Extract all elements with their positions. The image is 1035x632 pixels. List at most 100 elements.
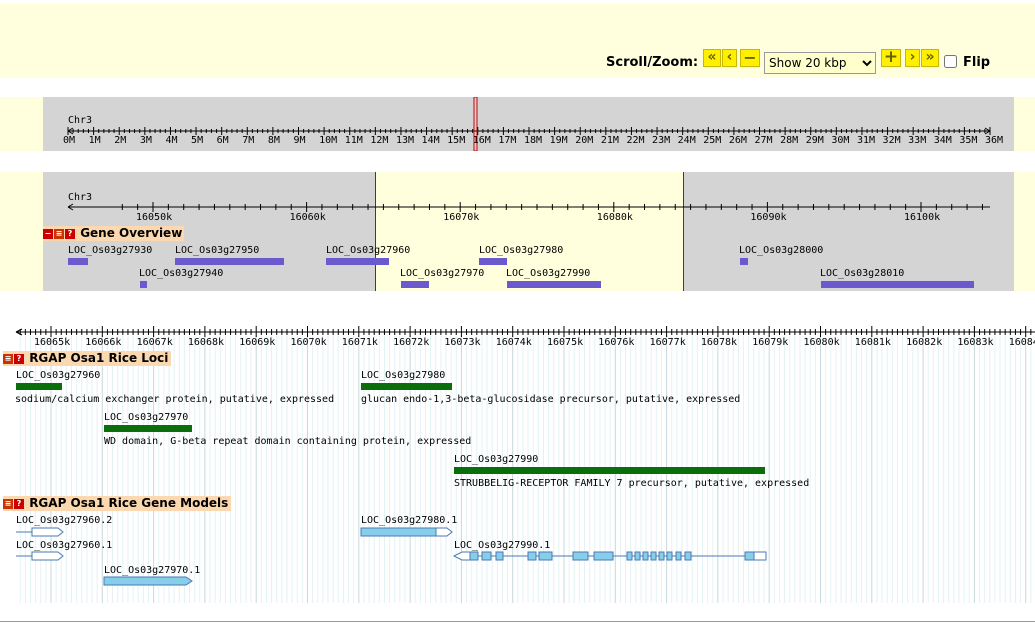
overview-tick-label: 14M bbox=[421, 135, 440, 146]
navigation-bar bbox=[0, 4, 1035, 78]
chromosome-overview-panel[interactable]: Chr3 0M 1M 2M 3M 4M 5M 6M 7M 8M 9M 10M 11M 12M 13M 14M… bbox=[43, 97, 1014, 151]
exon bbox=[634, 551, 641, 561]
bottom-divider bbox=[0, 621, 1035, 622]
flip-label: Flip bbox=[963, 55, 991, 70]
overview-tick-label: 9M bbox=[293, 135, 306, 146]
exon bbox=[675, 551, 682, 561]
exon bbox=[658, 551, 665, 561]
overview-tick-label: 6M bbox=[216, 135, 229, 146]
zoom-out-button[interactable]: − bbox=[740, 49, 760, 67]
exon bbox=[538, 551, 553, 561]
overview-tick-label: 27M bbox=[754, 135, 773, 146]
gene-overview-track-header: − ≡? Gene Overview bbox=[43, 226, 185, 241]
gene-overview-label[interactable]: LOC_Os03g28000 bbox=[739, 245, 823, 256]
gene-overview-label[interactable]: LOC_Os03g27970 bbox=[400, 268, 484, 279]
exon bbox=[481, 551, 492, 561]
overview-tick-label: 1M bbox=[88, 135, 101, 146]
region-ruler bbox=[67, 202, 990, 212]
overview-tick-label: 25M bbox=[703, 135, 722, 146]
region-tick-label: 16080k bbox=[596, 212, 633, 223]
exon bbox=[626, 551, 633, 561]
gene-overview-feature[interactable] bbox=[401, 281, 429, 288]
overview-tick-label: 11M bbox=[344, 135, 363, 146]
overview-tick-label: 16M bbox=[472, 135, 491, 146]
exon bbox=[642, 551, 649, 561]
overview-tick-label: 24M bbox=[677, 135, 696, 146]
scroll-zoom-label: Scroll/Zoom: bbox=[606, 55, 699, 70]
gene-overview-label[interactable]: LOC_Os03g27960 bbox=[326, 245, 410, 256]
scroll-far-right-button[interactable]: » bbox=[921, 49, 939, 67]
overview-tick-label: 33M bbox=[908, 135, 927, 146]
exon bbox=[527, 551, 537, 561]
region-tick-label: 16100k bbox=[904, 212, 941, 223]
exon bbox=[666, 551, 673, 561]
overview-tick-label: 35M bbox=[959, 135, 978, 146]
region-tick-label: 16090k bbox=[750, 212, 787, 223]
overview-tick-label: 2M bbox=[114, 135, 127, 146]
overview-tick-label: 4M bbox=[165, 135, 178, 146]
overview-tick-label: 18M bbox=[524, 135, 543, 146]
overview-tick-label: 34M bbox=[933, 135, 952, 146]
gene-overview-feature[interactable] bbox=[821, 281, 974, 288]
exon bbox=[469, 551, 479, 561]
gene-overview-feature[interactable] bbox=[68, 258, 88, 265]
gene-overview-feature[interactable] bbox=[175, 258, 284, 265]
gene-overview-label[interactable]: LOC_Os03g27950 bbox=[175, 245, 259, 256]
overview-tick-label: 17M bbox=[498, 135, 517, 146]
exon bbox=[744, 551, 755, 561]
scroll-left-button[interactable]: ‹ bbox=[722, 49, 737, 67]
detail-panel[interactable]: 16065k 16066k 16067k 16068k 16069k 16070k 1607… bbox=[0, 313, 1035, 620]
rss-icon[interactable]: ≡ bbox=[54, 228, 64, 239]
overview-tick-label: 5M bbox=[191, 135, 204, 146]
overview-tick-label: 10M bbox=[319, 135, 338, 146]
exon bbox=[684, 551, 692, 561]
flip-checkbox[interactable] bbox=[944, 55, 957, 68]
overview-tick-label: 8M bbox=[267, 135, 280, 146]
overview-tick-label: 15M bbox=[447, 135, 466, 146]
overview-tick-label: 0M bbox=[63, 135, 76, 146]
zoom-select[interactable]: Show 20 kbp bbox=[764, 52, 876, 74]
gene-overview-feature[interactable] bbox=[326, 258, 389, 265]
gene-overview-feature[interactable] bbox=[507, 281, 601, 288]
gene-overview-label[interactable]: LOC_Os03g27930 bbox=[68, 245, 152, 256]
gene-models-glyphs[interactable] bbox=[0, 313, 1035, 620]
overview-tick-label: 3M bbox=[139, 135, 152, 146]
overview-tick-label: 26M bbox=[728, 135, 747, 146]
gene-overview-label[interactable]: LOC_Os03g27990 bbox=[506, 268, 590, 279]
gene-overview-label[interactable]: LOC_Os03g27980 bbox=[479, 245, 563, 256]
gene-overview-feature[interactable] bbox=[479, 258, 507, 265]
gene-overview-label[interactable]: LOC_Os03g27940 bbox=[139, 268, 223, 279]
overview-tick-label: 22M bbox=[626, 135, 645, 146]
gene-overview-feature[interactable] bbox=[140, 281, 147, 288]
overview-tick-label: 19M bbox=[549, 135, 568, 146]
region-tick-label: 16060k bbox=[289, 212, 326, 223]
region-tick-label: 16070k bbox=[443, 212, 480, 223]
overview-tick-label: 32M bbox=[882, 135, 901, 146]
overview-tick-label: 13M bbox=[395, 135, 414, 146]
overview-tick-label: 12M bbox=[370, 135, 389, 146]
gene-model-feature bbox=[452, 551, 767, 561]
gene-overview-feature[interactable] bbox=[740, 258, 748, 265]
collapse-icon[interactable]: − bbox=[43, 228, 53, 239]
gene-overview-label[interactable]: LOC_Os03g28010 bbox=[820, 268, 904, 279]
overview-tick-label: 20M bbox=[575, 135, 594, 146]
overview-tick-label: 23M bbox=[652, 135, 671, 146]
scroll-right-button[interactable]: › bbox=[905, 49, 920, 67]
gene-model-feature bbox=[16, 527, 64, 537]
overview-tick-label: 31M bbox=[856, 135, 875, 146]
exon bbox=[495, 551, 504, 561]
exon bbox=[572, 551, 589, 561]
overview-tick-label: 30M bbox=[831, 135, 850, 146]
exon bbox=[593, 551, 614, 561]
region-panel[interactable]: Chr3 16050k 16060k 16070k 16080k 16090k 16100… bbox=[43, 172, 1014, 291]
scroll-far-left-button[interactable]: « bbox=[703, 49, 721, 67]
gene-overview-title: Gene Overview bbox=[80, 226, 183, 240]
help-icon[interactable]: ? bbox=[65, 228, 75, 239]
overview-tick-label: 21M bbox=[600, 135, 619, 146]
overview-tick-label: 28M bbox=[780, 135, 799, 146]
region-tick-label: 16050k bbox=[136, 212, 173, 223]
overview-tick-label: 36M bbox=[985, 135, 1004, 146]
overview-tick-label: 29M bbox=[805, 135, 824, 146]
zoom-in-button[interactable]: + bbox=[881, 49, 901, 67]
utr bbox=[753, 551, 767, 561]
